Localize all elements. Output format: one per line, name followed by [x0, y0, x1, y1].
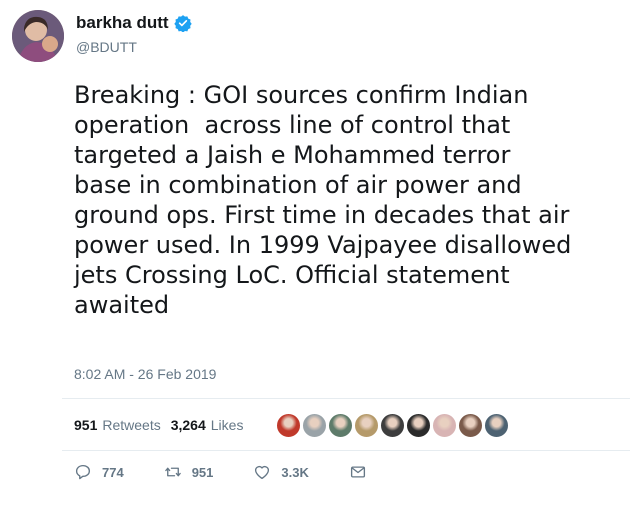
- tweet-text: Breaking : GOI sources confirm Indian op…: [74, 81, 572, 319]
- reply-count: 774: [102, 464, 124, 480]
- envelope-icon: [350, 466, 365, 478]
- liker-avatar[interactable]: [276, 412, 301, 438]
- avatar-image: [12, 10, 64, 62]
- like-action-count: 3.3K: [281, 464, 309, 480]
- liker-avatar[interactable]: [328, 412, 353, 438]
- heart-icon: [255, 465, 270, 480]
- retweet-action-count: 951: [191, 464, 214, 480]
- author-name-row: barkha dutt: [76, 12, 192, 34]
- tweet-card: barkha dutt @BDUTT Breaking : GOI source…: [0, 0, 640, 511]
- direct-message-button[interactable]: [349, 463, 367, 481]
- retweet-button[interactable]: 951: [164, 463, 214, 481]
- liker-avatar[interactable]: [354, 412, 379, 438]
- liker-avatar[interactable]: [406, 412, 431, 438]
- divider-top: [62, 398, 630, 399]
- likes-label[interactable]: Likes: [211, 417, 244, 433]
- liker-avatar[interactable]: [380, 412, 405, 438]
- author-handle[interactable]: @BDUTT: [76, 39, 137, 55]
- liker-avatar[interactable]: [484, 412, 509, 438]
- divider-bottom: [62, 450, 630, 451]
- reply-button[interactable]: 774: [74, 463, 124, 481]
- liker-avatar[interactable]: [302, 412, 327, 438]
- like-button[interactable]: 3.3K: [253, 463, 309, 481]
- liker-avatar[interactable]: [458, 412, 483, 438]
- likes-count[interactable]: 3,264: [171, 417, 206, 433]
- retweets-label[interactable]: Retweets: [102, 417, 160, 433]
- author-avatar[interactable]: [12, 10, 64, 62]
- retweets-count[interactable]: 951: [74, 417, 97, 433]
- verified-badge-icon: [173, 14, 192, 33]
- tweet-timestamp[interactable]: 8:02 AM - 26 Feb 2019: [74, 366, 216, 382]
- reply-icon: [75, 464, 91, 480]
- retweet-icon: [164, 467, 181, 477]
- liker-avatars: [276, 410, 510, 440]
- engagement-stats: 951 Retweets 3,264 Likes: [74, 410, 243, 440]
- liker-avatar[interactable]: [432, 412, 457, 438]
- action-bar: 774 951 3.3K: [74, 462, 407, 482]
- author-display-name[interactable]: barkha dutt: [76, 13, 169, 33]
